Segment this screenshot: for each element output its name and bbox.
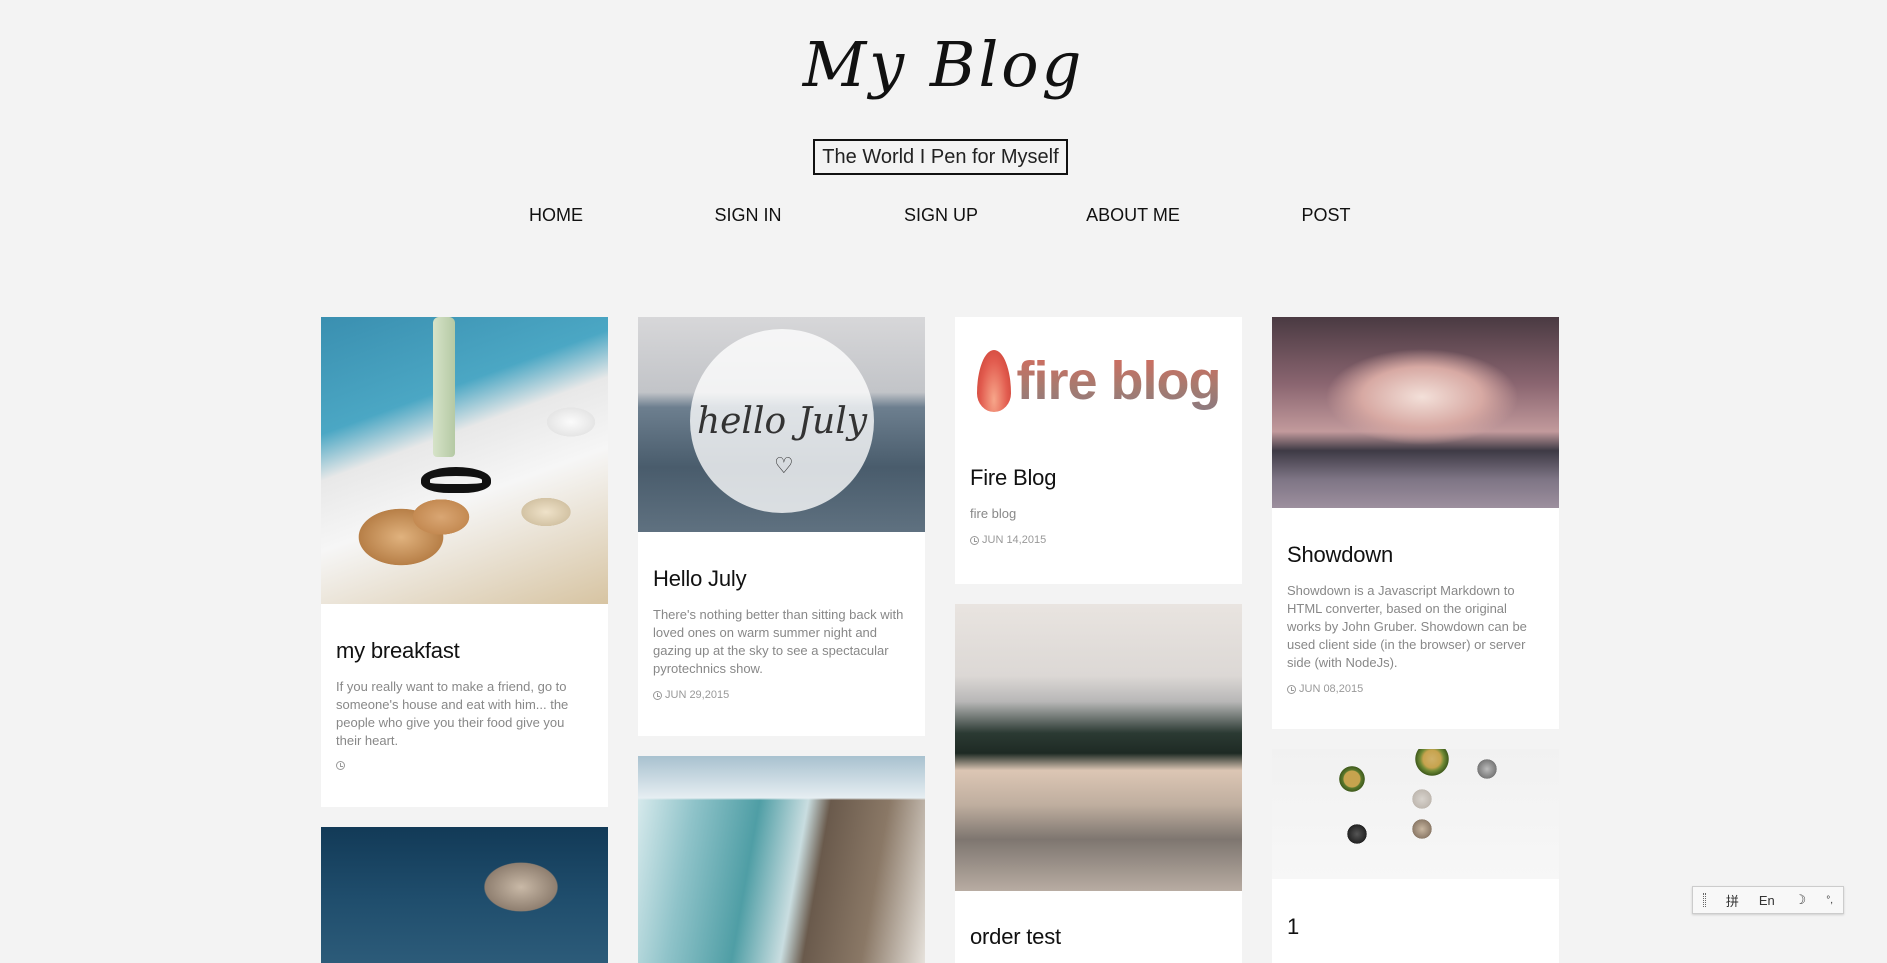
post-date-text: JUN 08,2015: [1299, 683, 1364, 695]
post-excerpt: If you really want to make a friend, go …: [336, 679, 569, 748]
post-image[interactable]: [638, 756, 925, 963]
post-date: JUN 08,2015: [1287, 683, 1544, 695]
ime-toolbar: 拼 En ☽ °,: [1692, 886, 1844, 914]
site-title[interactable]: My Blog: [0, 28, 1887, 101]
post-date-text: JUN 14,2015: [982, 534, 1047, 546]
ime-english-button[interactable]: En: [1759, 893, 1775, 908]
flame-icon: [976, 350, 1011, 412]
post-card[interactable]: [638, 756, 925, 963]
ime-pinyin-button[interactable]: 拼: [1726, 891, 1739, 910]
post-date: JUN 14,2015: [970, 534, 1227, 546]
moon-icon[interactable]: ☽: [1795, 892, 1807, 908]
post-image[interactable]: [1272, 749, 1559, 879]
nav-about-me[interactable]: ABOUT ME: [1086, 205, 1180, 226]
post-excerpt: Showdown is a Javascript Markdown to HTM…: [1287, 583, 1527, 670]
post-card-my-breakfast[interactable]: my breakfast If you really want to make …: [321, 317, 608, 807]
post-card-hello-july[interactable]: hello July ♡ Hello July There's nothing …: [638, 317, 925, 736]
clock-icon: [336, 761, 345, 770]
nav-sign-up[interactable]: SIGN UP: [904, 205, 978, 226]
post-image[interactable]: fire blog: [955, 317, 1242, 445]
post-date: [336, 761, 593, 770]
hello-july-overlay: hello July: [690, 329, 874, 513]
post-image[interactable]: [321, 827, 608, 963]
punctuation-icon[interactable]: °,: [1826, 895, 1833, 906]
site-header: My Blog The World I Pen for Myself HOME …: [0, 0, 1887, 260]
heart-icon: ♡: [774, 453, 794, 478]
nav-home[interactable]: HOME: [529, 205, 583, 226]
clock-icon: [653, 690, 662, 700]
post-date-text: JUN 29,2015: [665, 689, 730, 701]
post-excerpt: There's nothing better than sitting back…: [653, 607, 904, 676]
post-image[interactable]: hello July ♡: [638, 317, 925, 532]
main-nav: HOME SIGN IN SIGN UP ABOUT ME POST: [0, 205, 1887, 235]
post-title[interactable]: order test: [970, 924, 1227, 950]
post-card-order-test[interactable]: order test: [955, 604, 1242, 963]
site-tagline: The World I Pen for Myself: [813, 139, 1068, 175]
nav-sign-in[interactable]: SIGN IN: [714, 205, 781, 226]
post-card-showdown[interactable]: Showdown Showdown is a Javascript Markdo…: [1272, 317, 1559, 729]
post-title[interactable]: Fire Blog: [970, 465, 1227, 491]
clock-icon: [1287, 684, 1296, 694]
post-title[interactable]: my breakfast: [336, 638, 593, 664]
nav-post[interactable]: POST: [1301, 205, 1350, 226]
post-card-fire-blog[interactable]: fire blog Fire Blog fire blog JUN 14,201…: [955, 317, 1242, 584]
post-title[interactable]: 1: [1287, 914, 1544, 940]
drag-handle-icon[interactable]: [1702, 893, 1706, 907]
post-card-1[interactable]: 1: [1272, 749, 1559, 963]
clock-icon: [970, 535, 979, 545]
post-image[interactable]: [955, 604, 1242, 891]
post-card[interactable]: [321, 827, 608, 963]
post-image[interactable]: [321, 317, 608, 604]
bottle-illustration: [433, 317, 455, 457]
post-title[interactable]: Hello July: [653, 566, 910, 592]
post-excerpt: fire blog: [970, 506, 1017, 521]
fire-blog-logo-text: fire blog: [1016, 351, 1222, 411]
sunglasses-illustration: [421, 467, 491, 493]
post-title[interactable]: Showdown: [1287, 542, 1544, 568]
post-date: JUN 29,2015: [653, 689, 910, 701]
post-image[interactable]: [1272, 317, 1559, 508]
